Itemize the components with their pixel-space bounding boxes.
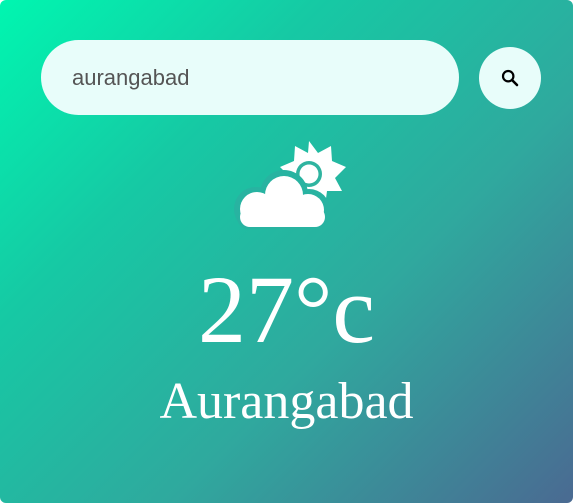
search-button[interactable] <box>479 47 541 109</box>
weather-card: 27°c Aurangabad <box>0 0 573 503</box>
search-bar <box>41 40 541 115</box>
temperature: 27°c <box>198 256 375 363</box>
search-icon <box>501 69 519 87</box>
city-name: Aurangabad <box>159 373 414 430</box>
search-input[interactable] <box>41 40 459 115</box>
partly-cloudy-day-icon <box>232 133 348 231</box>
